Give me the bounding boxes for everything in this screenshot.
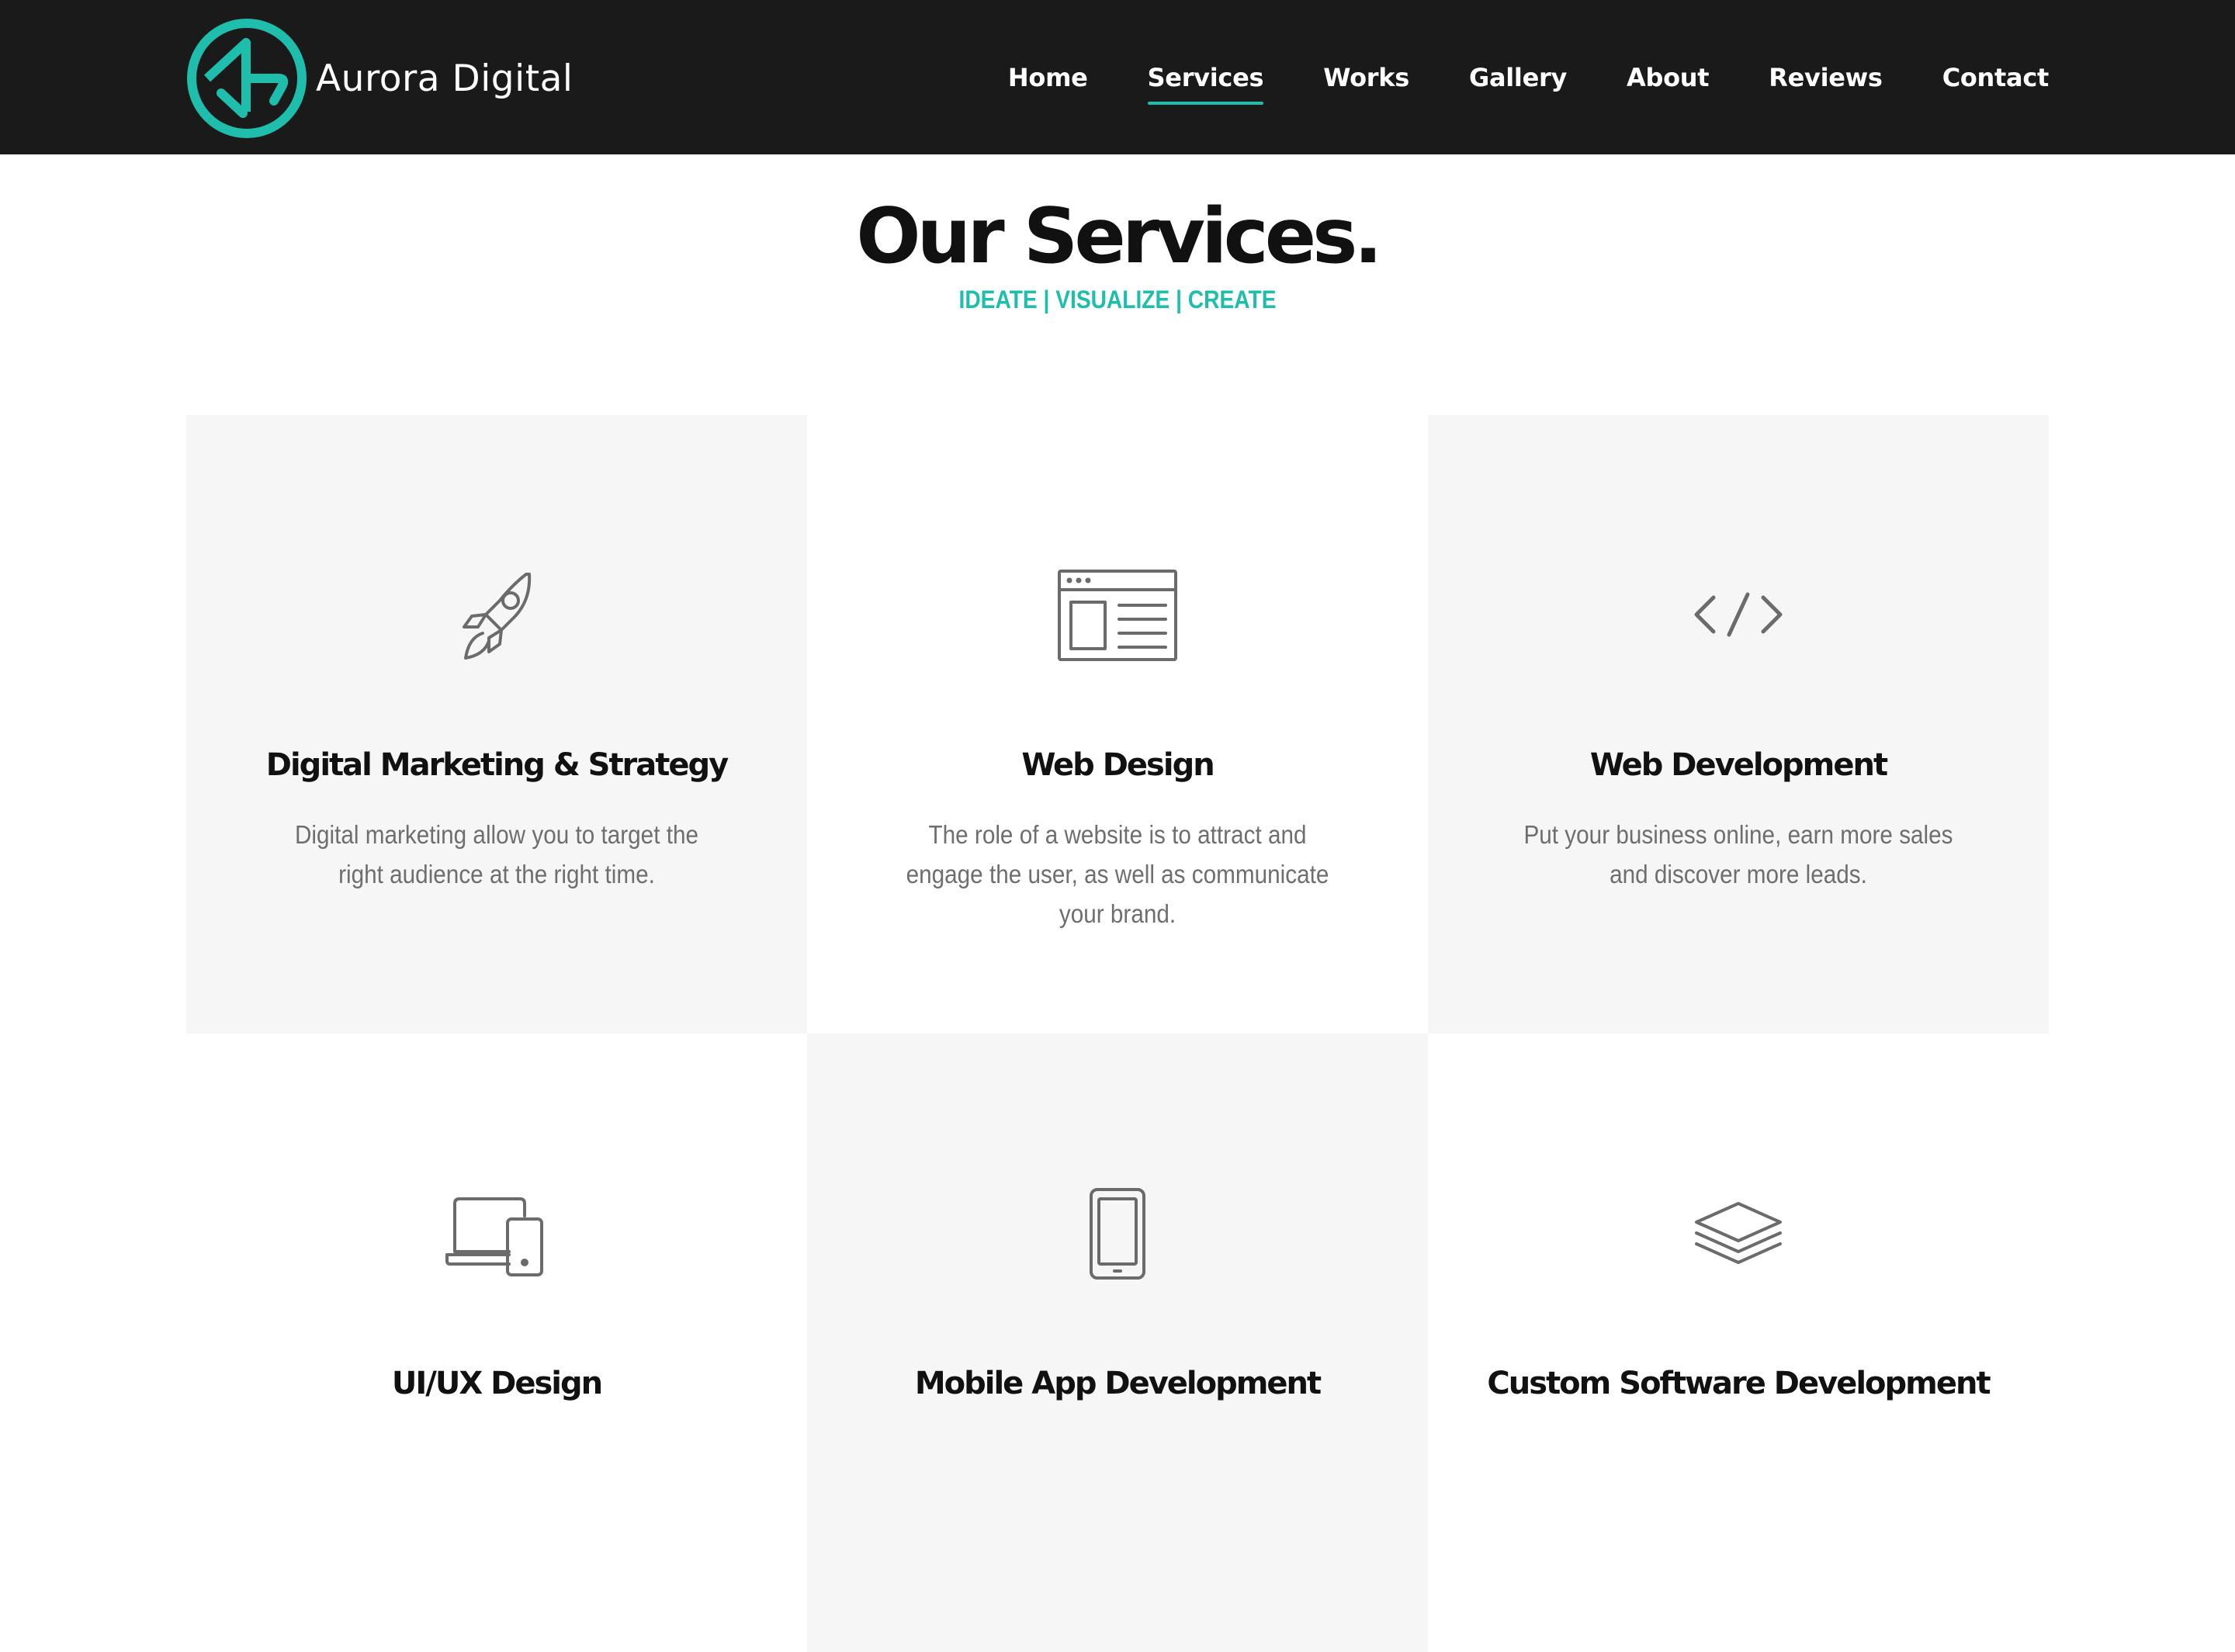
service-card-uiux-design[interactable]: UI/UX Design <box>186 1034 807 1652</box>
site-header: Aurora Digital Home Services Works Galle… <box>0 0 2235 154</box>
layers-icon <box>1695 1202 1782 1264</box>
nav-works[interactable]: Works <box>1323 63 1409 92</box>
nav-services[interactable]: Services <box>1147 63 1264 105</box>
service-card-mobile-app-development[interactable]: Mobile App Development <box>807 1034 1428 1652</box>
section-subtitle: IDEATE | VISUALIZE | CREATE <box>958 286 1277 313</box>
service-card-web-development[interactable]: Web Development Put your business online… <box>1428 415 2049 1034</box>
nav-reviews[interactable]: Reviews <box>1769 63 1883 92</box>
browser-window-icon <box>1058 570 1177 661</box>
main-nav: Home Services Works Gallery About Review… <box>948 0 2049 154</box>
code-icon <box>1694 592 1783 637</box>
smartphone-icon <box>1090 1188 1145 1280</box>
service-title: Web Design <box>1021 747 1215 783</box>
service-card-custom-software-development[interactable]: Custom Software Development <box>1428 1034 2049 1652</box>
section-title: Our Services. <box>856 192 1383 281</box>
brand-name: Aurora Digital <box>316 57 573 100</box>
service-card-digital-marketing[interactable]: Digital Marketing & Strategy Digital mar… <box>186 415 807 1034</box>
service-title: Digital Marketing & Strategy <box>265 747 729 783</box>
brand-logo[interactable]: Aurora Digital <box>185 17 573 140</box>
service-description: The role of a website is to attract and … <box>906 820 1329 928</box>
service-description: Put your business online, earn more sale… <box>1523 820 1953 888</box>
service-title: UI/UX Design <box>391 1366 603 1401</box>
service-title: Mobile App Development <box>914 1366 1322 1401</box>
nav-home[interactable]: Home <box>1008 63 1088 92</box>
service-card-web-design[interactable]: Web Design The role of a website is to a… <box>807 415 1428 1034</box>
nav-gallery[interactable]: Gallery <box>1469 63 1567 92</box>
nav-contact[interactable]: Contact <box>1942 63 2050 92</box>
nav-about[interactable]: About <box>1627 63 1710 92</box>
services-grid: Digital Marketing & Strategy Digital mar… <box>186 415 2049 1652</box>
rocket-icon <box>463 573 532 660</box>
service-title: Web Development <box>1589 747 1888 783</box>
service-description: Digital marketing allow you to target th… <box>294 820 699 888</box>
devices-icon <box>445 1197 543 1276</box>
aurora-logo-icon <box>187 19 307 138</box>
service-title: Custom Software Development <box>1487 1366 1991 1401</box>
